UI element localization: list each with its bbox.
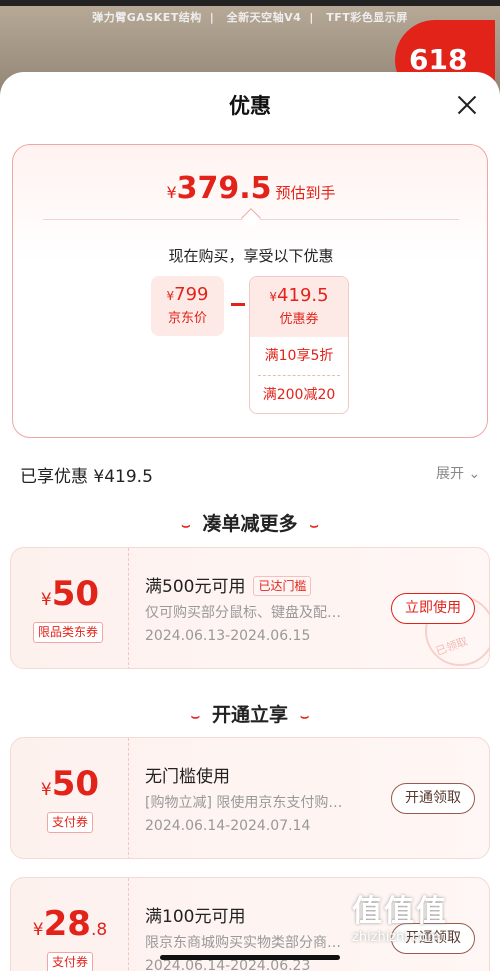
coupon-amount-decimal: .8 [90,920,108,940]
coupon-total-box: ¥419.5 优惠券 满10享5折 满200减20 [249,276,349,414]
watermark-glyphs: 值值值 [352,894,448,929]
coupon-title: 满500元可用 已达门槛 [145,572,312,597]
chevron-down-icon: ⌄ [468,466,481,482]
status-strip [0,0,500,6]
decor-icon: ⌣ [190,709,200,725]
use-now-button[interactable]: 立即使用 [391,593,475,624]
divider-notch [241,208,261,228]
discount-sheet: 优惠 ¥379.5 预估到手 现在购买，享受以下优惠 ¥799 京东价 ¥419.… [0,72,500,971]
price-summary-card: ¥379.5 预估到手 现在购买，享受以下优惠 ¥799 京东价 ¥419.5 优… [12,144,488,438]
minus-operator [231,303,245,306]
coupon-total-value: 419.5 [277,285,329,306]
coupon-title: 无门槛使用 [145,767,230,787]
currency-symbol: ¥ [40,590,52,610]
coupon-total-label: 优惠券 [279,312,319,327]
jd-price-label: 京东价 [167,311,207,326]
coupon-amount-panel: ¥50 限品类东券 [11,548,129,668]
coupon-description: 限京东商城购买实物类部分商… [145,935,341,951]
coupon-type-tag: 限品类东券 [33,622,104,643]
coupon-card: ¥50 限品类东券 满500元可用 已达门槛 仅可购买部分鼠标、键盘及配… 202… [10,547,490,669]
enjoyed-discount-label: 已享优惠 ¥419.5 [20,467,153,487]
discount-intro: 现在购买，享受以下优惠 [168,247,334,265]
stamp-text: 已领取 [433,634,470,659]
section-title-text: 开通立享 [211,704,288,726]
feature-item: TFT彩色显示屏 [326,11,408,24]
section-title-activate: ⌣ 开通立享 ⌣ [0,700,500,727]
coupon-rule: 满200减20 [262,387,336,403]
sheet-title: 优惠 [229,94,271,118]
coupon-description: 仅可购买部分鼠标、键盘及配… [145,605,341,621]
jd-price-value: 799 [174,284,209,305]
feature-item: 弹力臂GASKET结构 [92,11,202,24]
coupon-rule: 满10享5折 [264,348,334,364]
watermark-logo: 值值值 zhizhizhi.com [352,886,492,956]
watermark-site: zhizhizhi.com [352,930,440,945]
section-title-more-discounts: ⌣ 凑单减更多 ⌣ [0,509,500,536]
currency-symbol: ¥ [166,289,175,303]
coupon-amount: 50 [51,764,100,804]
home-indicator [160,955,340,960]
coupon-validity: 2024.06.13-2024.06.15 [145,628,311,644]
expand-toggle[interactable]: 展开 ⌄ [436,463,480,483]
final-price-value: 379.5 [176,171,272,206]
currency-symbol: ¥ [166,183,177,202]
coupon-type-tag: 支付券 [47,812,94,833]
coupon-validity: 2024.06.14-2024.07.14 [145,818,311,834]
currency-symbol: ¥ [40,780,52,800]
activate-claim-button[interactable]: 开通领取 [391,783,475,814]
coupon-title-text: 满500元可用 [145,577,246,597]
threshold-reached-badge: 已达门槛 [253,576,312,596]
coupon-card: ¥50 支付券 无门槛使用 [购物立减] 限使用京东支付购… 2024.06.1… [10,737,490,859]
close-icon[interactable] [456,94,478,116]
currency-symbol: ¥ [32,920,44,940]
expand-label: 展开 [436,466,464,482]
coupon-amount: 50 [51,574,100,614]
final-price: ¥379.5 预估到手 [13,171,489,206]
coupon-amount-panel: ¥28.8 支付券 [11,878,129,971]
currency-symbol: ¥ [269,290,278,304]
section-title-text: 凑单减更多 [202,513,298,535]
coupon-amount-panel: ¥50 支付券 [11,738,129,858]
coupon-title: 满100元可用 [145,907,246,927]
decor-icon: ⌣ [309,518,319,534]
feature-item: 全新天空轴V4 [226,11,302,24]
coupon-amount: 28 [43,904,91,944]
coupon-type-tag: 支付券 [47,952,94,971]
coupon-description: [购物立减] 限使用京东支付购… [145,795,343,811]
decor-icon: ⌣ [300,709,310,725]
jd-price-box: ¥799 京东价 [151,276,224,336]
decor-icon: ⌣ [181,518,191,534]
final-price-label: 预估到手 [275,184,336,202]
